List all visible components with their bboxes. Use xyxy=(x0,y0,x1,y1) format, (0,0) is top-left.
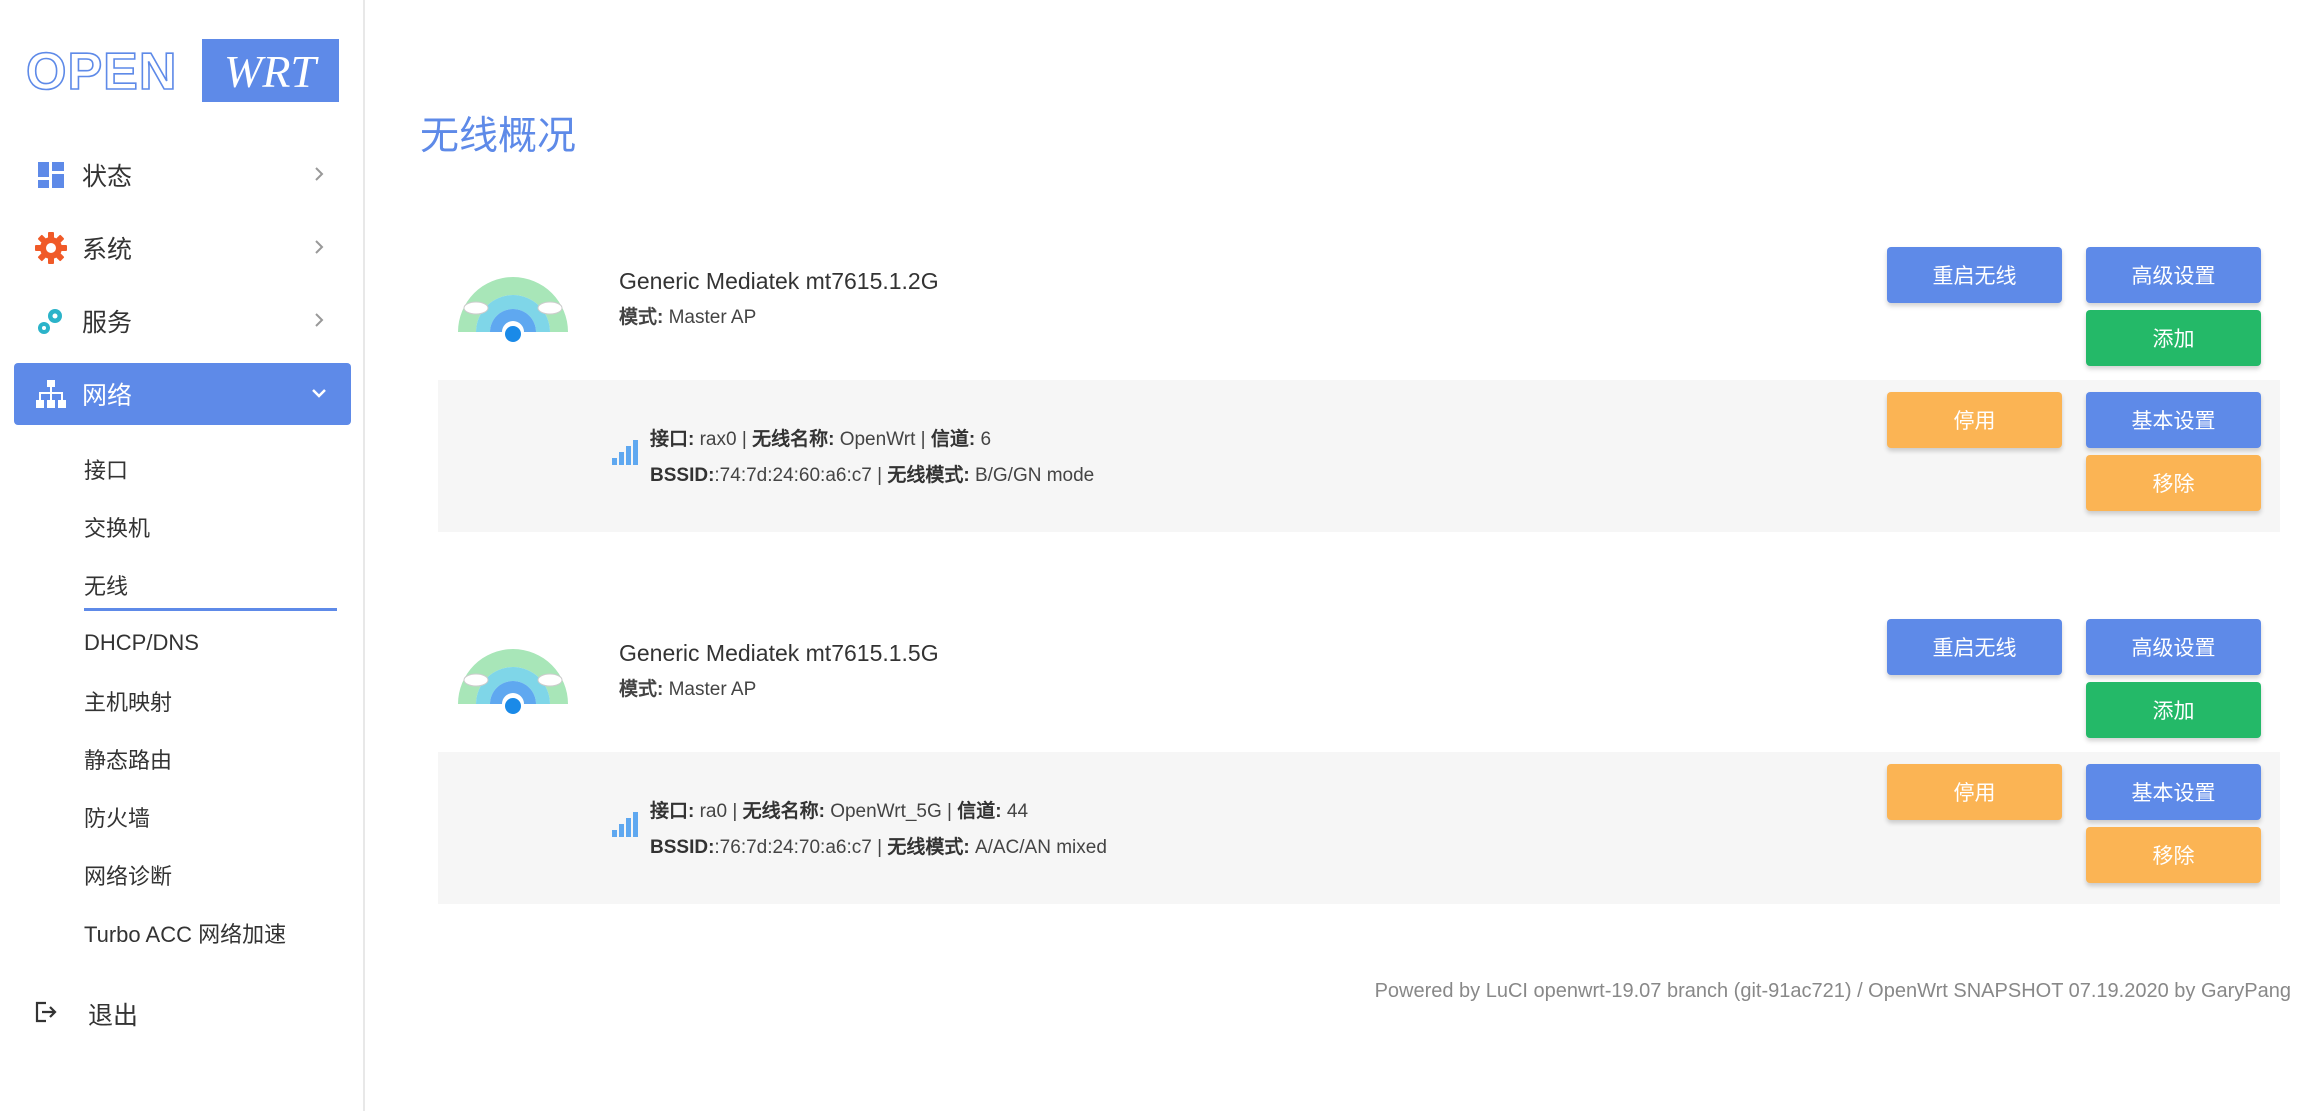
channel-label: 信道: xyxy=(930,429,976,450)
cogs-icon xyxy=(34,304,68,338)
wireless-network-row: 接口: rax0 | 无线名称: OpenWrt | 信道: 6 BSSID::… xyxy=(438,380,2280,532)
logo-text-open: OPEN xyxy=(26,43,177,101)
ssid-value: OpenWrt_5G xyxy=(830,801,942,822)
submenu-item-dhcp-dns[interactable]: DHCP/DNS xyxy=(84,614,337,672)
disable-network-button[interactable]: 停用 xyxy=(1887,392,2062,448)
iface-label: 接口: xyxy=(650,429,695,450)
logout-icon xyxy=(34,1000,58,1029)
basic-settings-button[interactable]: 基本设置 xyxy=(2086,764,2261,820)
channel-value: 44 xyxy=(1006,801,1029,822)
gear-icon xyxy=(34,231,68,265)
signal-strength-icon xyxy=(612,812,638,837)
wireless-network-row: 接口: ra0 | 无线名称: OpenWrt_5G | 信道: 44 BSSI… xyxy=(438,752,2280,904)
menu-item-network[interactable]: 网络 xyxy=(14,363,351,425)
radio-device-2g: Generic Mediatek mt7615.1.2G 模式: Master … xyxy=(438,240,2280,532)
channel-value: 6 xyxy=(980,429,992,450)
advanced-settings-button[interactable]: 高级设置 xyxy=(2086,247,2261,303)
restart-wireless-button[interactable]: 重启无线 xyxy=(1887,619,2062,675)
advanced-settings-button[interactable]: 高级设置 xyxy=(2086,619,2261,675)
radio-mode: 模式: Master AP xyxy=(619,302,756,329)
chevron-right-icon xyxy=(315,167,324,181)
submenu-item-static-routes[interactable]: 静态路由 xyxy=(84,730,337,788)
menu-item-services[interactable]: 服务 xyxy=(14,290,351,352)
add-network-button[interactable]: 添加 xyxy=(2086,682,2261,738)
menu-label-services: 服务 xyxy=(82,309,133,337)
bssid-value: :74:7d:24:60:a6:c7 xyxy=(714,465,872,486)
submenu-item-interfaces[interactable]: 接口 xyxy=(84,440,337,498)
submenu-item-firewall[interactable]: 防火墙 xyxy=(84,788,337,846)
submenu-item-wireless[interactable]: 无线 xyxy=(84,556,337,614)
radio-name: Generic Mediatek mt7615.1.5G xyxy=(619,640,939,666)
logo-text-wrt: WRT xyxy=(224,46,319,97)
wifi-signal-icon xyxy=(458,649,568,714)
logout-label: 退出 xyxy=(88,1002,139,1030)
wireless-mode-value: A/AC/AN mixed xyxy=(974,837,1107,858)
network-info-line2: BSSID::76:7d:24:70:a6:c7 | 无线模式: A/AC/AN… xyxy=(650,837,1107,858)
ssid-label: 无线名称: xyxy=(742,801,825,822)
bssid-label: BSSID: xyxy=(650,837,715,858)
iface-value: rax0 xyxy=(699,429,737,450)
ssid-value: OpenWrt xyxy=(839,429,916,450)
radio-mode-label: 模式: xyxy=(619,679,664,700)
restart-wireless-button[interactable]: 重启无线 xyxy=(1887,247,2062,303)
bssid-label: BSSID: xyxy=(650,465,715,486)
chevron-right-icon xyxy=(315,313,324,327)
remove-network-button[interactable]: 移除 xyxy=(2086,827,2261,883)
menu-item-system[interactable]: 系统 xyxy=(14,217,351,279)
submenu-item-hostnames[interactable]: 主机映射 xyxy=(84,672,337,730)
network-info-line1: 接口: ra0 | 无线名称: OpenWrt_5G | 信道: 44 xyxy=(650,801,1029,822)
network-info-line1: 接口: rax0 | 无线名称: OpenWrt | 信道: 6 xyxy=(650,429,992,450)
iface-value: ra0 xyxy=(699,801,728,822)
wireless-mode-label: 无线模式: xyxy=(887,837,970,858)
radio-mode-value: Master AP xyxy=(668,679,757,700)
dashboard-icon xyxy=(34,158,68,192)
radio-mode-label: 模式: xyxy=(619,307,664,328)
menu-label-network: 网络 xyxy=(82,382,133,410)
chevron-down-icon xyxy=(312,389,326,398)
chevron-right-icon xyxy=(315,240,324,254)
radio-header: Generic Mediatek mt7615.1.5G 模式: Master … xyxy=(438,612,2280,752)
footer-text: Powered by LuCI openwrt-19.07 branch (gi… xyxy=(1374,980,2291,1002)
add-network-button[interactable]: 添加 xyxy=(2086,310,2261,366)
signal-strength-icon xyxy=(612,440,638,465)
menu-label-system: 系统 xyxy=(82,236,133,264)
wireless-mode-label: 无线模式: xyxy=(887,465,970,486)
wireless-mode-value: B/G/GN mode xyxy=(974,465,1095,486)
openwrt-logo[interactable]: OPEN WRT xyxy=(26,39,339,102)
bssid-value: :76:7d:24:70:a6:c7 xyxy=(714,837,872,858)
disable-network-button[interactable]: 停用 xyxy=(1887,764,2062,820)
radio-mode-value: Master AP xyxy=(668,307,757,328)
sitemap-icon xyxy=(34,377,68,411)
network-submenu: 接口 交换机 无线 DHCP/DNS 主机映射 静态路由 防火墙 网络诊断 Tu… xyxy=(84,440,337,962)
remove-network-button[interactable]: 移除 xyxy=(2086,455,2261,511)
radio-header: Generic Mediatek mt7615.1.2G 模式: Master … xyxy=(438,240,2280,380)
iface-label: 接口: xyxy=(650,801,695,822)
page-title: 无线概况 xyxy=(420,115,577,158)
radio-mode: 模式: Master AP xyxy=(619,674,756,701)
submenu-item-switch[interactable]: 交换机 xyxy=(84,498,337,556)
radio-device-5g: Generic Mediatek mt7615.1.5G 模式: Master … xyxy=(438,612,2280,904)
network-info-line2: BSSID::74:7d:24:60:a6:c7 | 无线模式: B/G/GN … xyxy=(650,465,1095,486)
main-menu: 状态 系统 服务 网络 xyxy=(14,144,351,436)
wifi-signal-icon xyxy=(458,277,568,342)
radio-name: Generic Mediatek mt7615.1.2G xyxy=(619,268,939,294)
menu-item-status[interactable]: 状态 xyxy=(14,144,351,206)
menu-label-status: 状态 xyxy=(82,163,133,191)
basic-settings-button[interactable]: 基本设置 xyxy=(2086,392,2261,448)
sidebar: OPEN WRT 状态 系统 服务 网络 接口 交换机 无线 DHCP/DNS … xyxy=(0,0,365,1111)
submenu-item-diagnostics[interactable]: 网络诊断 xyxy=(84,846,337,904)
ssid-label: 无线名称: xyxy=(752,429,835,450)
submenu-item-turbo-acc[interactable]: Turbo ACC 网络加速 xyxy=(84,904,337,962)
logout-button[interactable]: 退出 xyxy=(34,996,138,1032)
channel-label: 信道: xyxy=(957,801,1002,822)
